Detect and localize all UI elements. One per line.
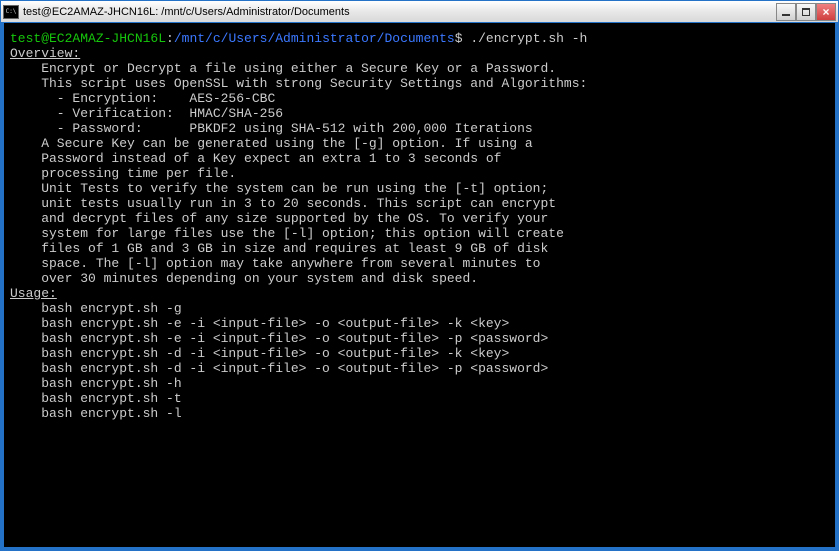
output-line: bash encrypt.sh -t bbox=[10, 391, 829, 406]
output-line: and decrypt files of any size supported … bbox=[10, 211, 829, 226]
output-line: over 30 minutes depending on your system… bbox=[10, 271, 829, 286]
output-line: Encrypt or Decrypt a file using either a… bbox=[10, 61, 829, 76]
output-line: Unit Tests to verify the system can be r… bbox=[10, 181, 829, 196]
prompt-line: test@EC2AMAZ-JHCN16L:/mnt/c/Users/Admini… bbox=[10, 31, 829, 46]
overview-header: Overview: bbox=[10, 46, 829, 61]
prompt-separator: : bbox=[166, 31, 174, 46]
maximize-button[interactable] bbox=[796, 3, 816, 21]
output-line: space. The [-l] option may take anywhere… bbox=[10, 256, 829, 271]
output-line: - Encryption: AES-256-CBC bbox=[10, 91, 829, 106]
output-line: bash encrypt.sh -d -i <input-file> -o <o… bbox=[10, 346, 829, 361]
output-line: bash encrypt.sh -l bbox=[10, 406, 829, 421]
output-line: bash encrypt.sh -e -i <input-file> -o <o… bbox=[10, 331, 829, 346]
window-controls: × bbox=[776, 3, 836, 21]
terminal-icon: C:\ bbox=[3, 5, 19, 19]
output-line: unit tests usually run in 3 to 20 second… bbox=[10, 196, 829, 211]
output-line: files of 1 GB and 3 GB in size and requi… bbox=[10, 241, 829, 256]
output-line: Password instead of a Key expect an extr… bbox=[10, 151, 829, 166]
output-line: bash encrypt.sh -d -i <input-file> -o <o… bbox=[10, 361, 829, 376]
titlebar[interactable]: C:\ test@EC2AMAZ-JHCN16L: /mnt/c/Users/A… bbox=[1, 1, 838, 23]
prompt-user-host: test@EC2AMAZ-JHCN16L bbox=[10, 31, 166, 46]
command-text: ./encrypt.sh -h bbox=[470, 31, 587, 46]
terminal-window: C:\ test@EC2AMAZ-JHCN16L: /mnt/c/Users/A… bbox=[0, 0, 839, 551]
output-line: - Verification: HMAC/SHA-256 bbox=[10, 106, 829, 121]
output-line: A Secure Key can be generated using the … bbox=[10, 136, 829, 151]
output-line: processing time per file. bbox=[10, 166, 829, 181]
close-button[interactable]: × bbox=[816, 3, 836, 21]
output-line: - Password: PBKDF2 using SHA-512 with 20… bbox=[10, 121, 829, 136]
minimize-button[interactable] bbox=[776, 3, 796, 21]
close-icon: × bbox=[822, 5, 829, 19]
prompt-dollar: $ bbox=[455, 31, 463, 46]
output-line: This script uses OpenSSL with strong Sec… bbox=[10, 76, 829, 91]
maximize-icon bbox=[802, 8, 810, 16]
prompt-path: /mnt/c/Users/Administrator/Documents bbox=[174, 31, 455, 46]
minimize-icon bbox=[782, 14, 790, 16]
terminal-body[interactable]: test@EC2AMAZ-JHCN16L:/mnt/c/Users/Admini… bbox=[1, 23, 838, 550]
output-line: system for large files use the [-l] opti… bbox=[10, 226, 829, 241]
window-title: test@EC2AMAZ-JHCN16L: /mnt/c/Users/Admin… bbox=[23, 6, 776, 18]
usage-header: Usage: bbox=[10, 286, 829, 301]
output-line: bash encrypt.sh -h bbox=[10, 376, 829, 391]
output-line: bash encrypt.sh -g bbox=[10, 301, 829, 316]
output-line: bash encrypt.sh -e -i <input-file> -o <o… bbox=[10, 316, 829, 331]
